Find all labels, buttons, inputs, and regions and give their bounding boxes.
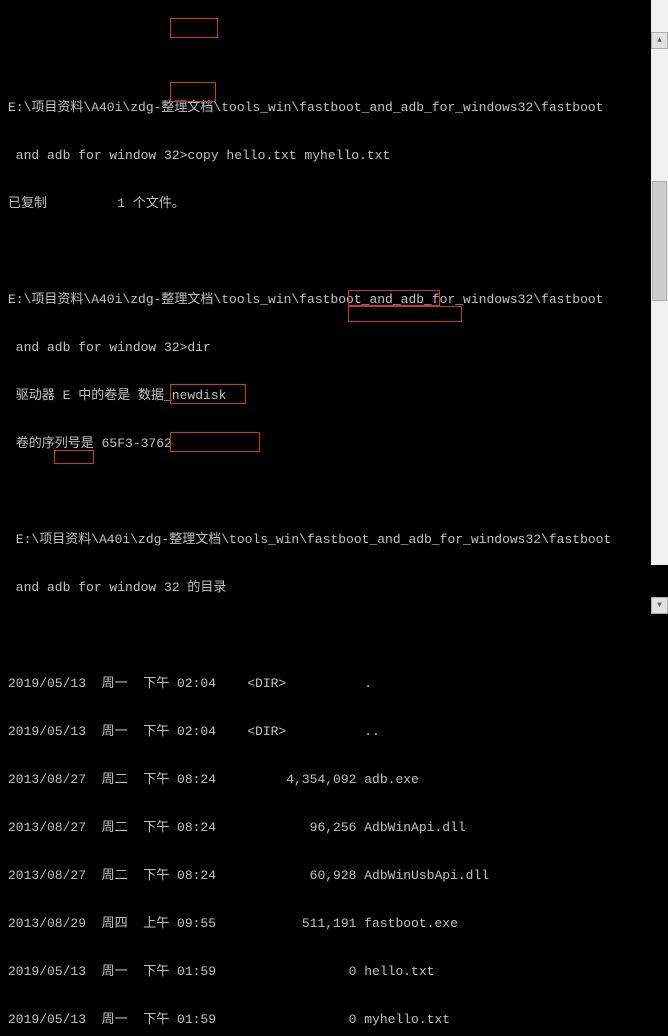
output-line: 2019/05/13 周一 下午 02:04 <DIR> . [8, 676, 660, 692]
scroll-down-button[interactable]: ▼ [651, 597, 668, 614]
output-line [8, 244, 660, 260]
output-line: E:\项目资料\A40i\zdg-整理文档\tools_win\fastboot… [8, 100, 660, 116]
output-line: 2019/05/13 周一 下午 01:59 0 hello.txt [8, 964, 660, 980]
output-line: 2013/08/27 周二 下午 08:24 60,928 AdbWinUsbA… [8, 868, 660, 884]
scroll-thumb[interactable] [652, 181, 667, 301]
output-line: 驱动器 E 中的卷是 数据_newdisk [8, 388, 660, 404]
output-line: 2013/08/27 周二 下午 08:24 96,256 AdbWinApi.… [8, 820, 660, 836]
scroll-track[interactable] [651, 81, 668, 565]
output-line: 2019/05/13 周一 下午 02:04 <DIR> .. [8, 724, 660, 740]
output-line [8, 484, 660, 500]
output-line: and adb for window 32>copy hello.txt myh… [8, 148, 660, 164]
output-line: 2019/05/13 周一 下午 01:59 0 myhello.txt [8, 1012, 660, 1028]
output-line: 2013/08/27 周二 下午 08:24 4,354,092 adb.exe [8, 772, 660, 788]
output-line: E:\项目资料\A40i\zdg-整理文档\tools_win\fastboot… [8, 532, 660, 548]
vertical-scrollbar[interactable]: ▲ ▼ [651, 0, 668, 518]
scroll-up-button[interactable]: ▲ [651, 32, 668, 49]
chevron-down-icon: ▼ [657, 598, 662, 614]
output-line: 卷的序列号是 65F3-3762 [8, 436, 660, 452]
annotation-copy-command [170, 18, 218, 38]
output-line [8, 628, 660, 644]
output-line: and adb for window 32>dir [8, 340, 660, 356]
output-line: 已复制 1 个文件。 [8, 196, 660, 212]
terminal-output[interactable]: E:\项目资料\A40i\zdg-整理文档\tools_win\fastboot… [0, 64, 668, 1036]
output-line: 2013/08/29 周四 上午 09:55 511,191 fastboot.… [8, 916, 660, 932]
output-line: and adb for window 32 的目录 [8, 580, 660, 596]
chevron-up-icon: ▲ [657, 33, 662, 49]
output-line: E:\项目资料\A40i\zdg-整理文档\tools_win\fastboot… [8, 292, 660, 308]
